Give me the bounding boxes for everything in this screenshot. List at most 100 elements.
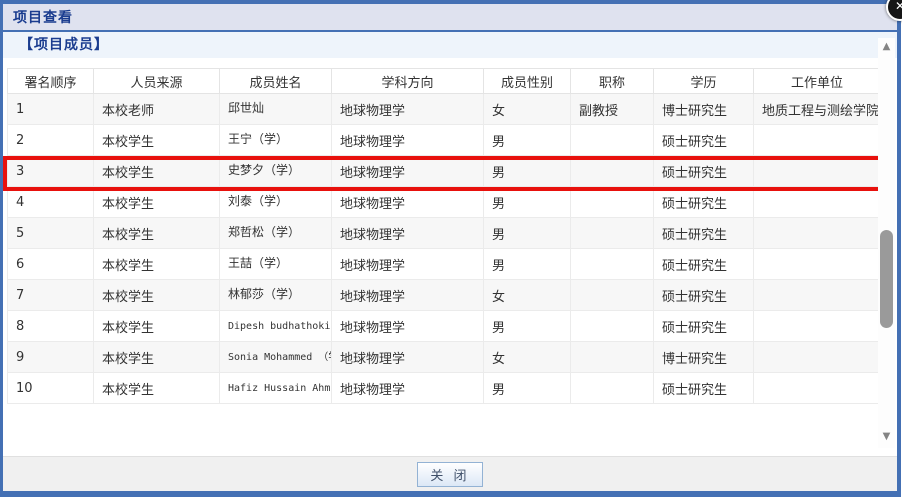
table-cell: 本校学生 [94, 156, 220, 187]
table-row[interactable]: 5本校学生郑哲松（学）地球物理学男 硕士研究生 [8, 218, 881, 249]
table-row[interactable]: 2本校学生王宁（学）地球物理学男硕士研究生 [8, 125, 881, 156]
table-cell: 男 [484, 125, 571, 156]
table-cell: 男 [484, 187, 571, 218]
table-cell: 地球物理学 [332, 373, 484, 404]
section-header-project-members: 【项目成员】 [3, 32, 897, 58]
table-cell: 本校学生 [94, 218, 220, 249]
table-row-highlighted[interactable]: 3本校学生史梦夕（学）地球物理学男 硕士研究生 [8, 156, 881, 187]
column-header: 学历 [654, 69, 754, 94]
table-cell [571, 125, 654, 156]
close-button[interactable]: 关 闭 [417, 462, 483, 487]
dialog-content: 【项目成员】 署名顺序人员来源成员姓名学科方向成员性别职称学历工作单位 1本校老… [3, 32, 897, 456]
table-cell: 女 [484, 342, 571, 373]
table-cell: 硕士研究生 [654, 218, 754, 249]
table-cell: 男 [484, 218, 571, 249]
members-table: 署名顺序人员来源成员姓名学科方向成员性别职称学历工作单位 1本校老师邱世灿地球物… [7, 68, 881, 404]
table-cell: 女 [484, 94, 571, 125]
table-cell [754, 125, 881, 156]
table-cell: 本校学生 [94, 249, 220, 280]
dialog-footer: 关 闭 [3, 456, 897, 491]
table-row[interactable]: 4本校学生刘泰（学）地球物理学男硕士研究生 [8, 187, 881, 218]
column-header: 成员性别 [484, 69, 571, 94]
table-cell: 男 [484, 156, 571, 187]
column-header: 职称 [571, 69, 654, 94]
table-cell: 本校学生 [94, 311, 220, 342]
table-cell: 硕士研究生 [654, 187, 754, 218]
dialog-titlebar: 项目查看 [3, 4, 897, 32]
table-cell: 地球物理学 [332, 187, 484, 218]
table-cell [754, 311, 881, 342]
table-cell [754, 342, 881, 373]
table-cell [571, 249, 654, 280]
table-cell: 硕士研究生 [654, 311, 754, 342]
table-cell: 7 [8, 280, 94, 311]
table-cell [754, 249, 881, 280]
scroll-up-icon[interactable]: ▲ [878, 40, 895, 54]
table-cell [754, 156, 881, 187]
project-view-dialog: 项目查看 【项目成员】 署名顺序人员来源成员姓名学科方向成员性别职称学历工作单位… [0, 0, 901, 497]
table-cell [571, 280, 654, 311]
table-cell: 女 [484, 280, 571, 311]
table-cell: 郑哲松（学） [220, 218, 332, 249]
table-cell [754, 218, 881, 249]
table-cell: 男 [484, 373, 571, 404]
column-header: 学科方向 [332, 69, 484, 94]
column-header: 人员来源 [94, 69, 220, 94]
column-header: 成员姓名 [220, 69, 332, 94]
table-cell: 2 [8, 125, 94, 156]
table-cell: 地球物理学 [332, 94, 484, 125]
table-cell: 史梦夕（学） [220, 156, 332, 187]
table-cell: Sonia Mohammed （学） [220, 342, 332, 373]
table-cell [754, 187, 881, 218]
table-cell: 硕士研究生 [654, 280, 754, 311]
scrollbar-thumb[interactable] [880, 230, 893, 328]
table-cell: 硕士研究生 [654, 249, 754, 280]
table-cell [571, 156, 654, 187]
scroll-down-icon[interactable]: ▼ [878, 430, 895, 444]
table-cell: 1 [8, 94, 94, 125]
table-cell: 8 [8, 311, 94, 342]
table-cell: 地球物理学 [332, 218, 484, 249]
column-header: 署名顺序 [8, 69, 94, 94]
table-cell: 硕士研究生 [654, 125, 754, 156]
table-cell [571, 187, 654, 218]
table-row[interactable]: 7本校学生林郁莎（学）地球物理学女硕士研究生 [8, 280, 881, 311]
table-row[interactable]: 6本校学生王喆（学）地球物理学男 硕士研究生 [8, 249, 881, 280]
column-header: 工作单位 [754, 69, 881, 94]
table-row[interactable]: 10本校学生Hafiz Hussain Ahm ad（学）地球物理学男硕士研究生 [8, 373, 881, 404]
table-cell: 本校学生 [94, 280, 220, 311]
table-cell: 硕士研究生 [654, 373, 754, 404]
members-table-header: 署名顺序人员来源成员姓名学科方向成员性别职称学历工作单位 [8, 69, 881, 94]
table-cell [571, 342, 654, 373]
table-cell: 地球物理学 [332, 249, 484, 280]
table-cell: 男 [484, 311, 571, 342]
table-row[interactable]: 1本校老师邱世灿地球物理学女副教授博士研究生地质工程与测绘学院 [8, 94, 881, 125]
table-cell: 地球物理学 [332, 280, 484, 311]
table-cell [571, 373, 654, 404]
table-cell: 3 [8, 156, 94, 187]
table-cell: 硕士研究生 [654, 156, 754, 187]
table-cell [571, 218, 654, 249]
table-cell [571, 311, 654, 342]
table-cell: 5 [8, 218, 94, 249]
table-cell: Hafiz Hussain Ahm ad（学） [220, 373, 332, 404]
table-cell [754, 373, 881, 404]
table-cell: 地球物理学 [332, 125, 484, 156]
dialog-title: 项目查看 [13, 7, 73, 27]
table-cell: 博士研究生 [654, 342, 754, 373]
table-cell: 邱世灿 [220, 94, 332, 125]
table-row[interactable]: 8本校学生Dipesh budhathoki （学）地球物理学男硕士研究生 [8, 311, 881, 342]
table-cell: 地球物理学 [332, 156, 484, 187]
table-cell: 4 [8, 187, 94, 218]
table-cell: Dipesh budhathoki （学） [220, 311, 332, 342]
vertical-scrollbar[interactable]: ▲ ▼ [878, 38, 895, 448]
table-cell: 地球物理学 [332, 342, 484, 373]
table-cell: 9 [8, 342, 94, 373]
table-row[interactable]: 9本校学生Sonia Mohammed （学）地球物理学女博士研究生 [8, 342, 881, 373]
table-cell: 6 [8, 249, 94, 280]
table-cell: 王喆（学） [220, 249, 332, 280]
table-cell: 本校老师 [94, 94, 220, 125]
screen: 项目查看 【项目成员】 署名顺序人员来源成员姓名学科方向成员性别职称学历工作单位… [0, 0, 902, 499]
table-cell: 男 [484, 249, 571, 280]
table-cell: 副教授 [571, 94, 654, 125]
